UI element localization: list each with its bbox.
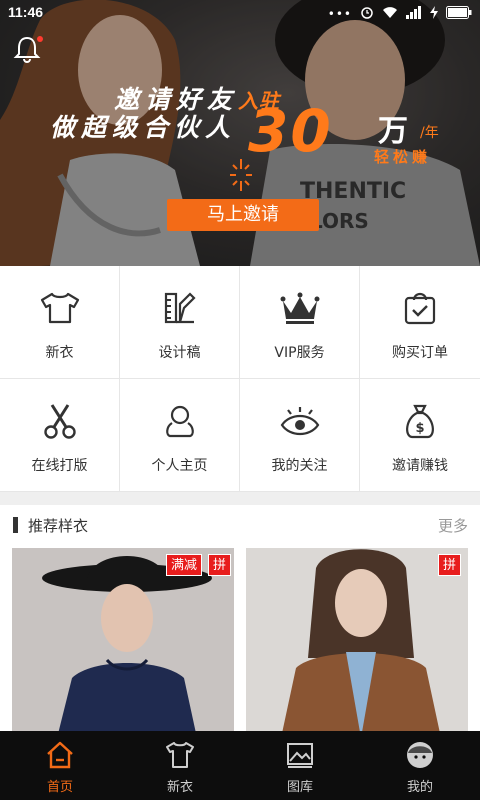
grid-item-label: 新衣 (45, 345, 74, 361)
eye-icon (280, 401, 320, 441)
home-icon (47, 741, 73, 769)
app-screen: THENTIC LORS 11:46 ••• 邀请好友入驻 做超级合伙人 30 … (0, 0, 480, 800)
product-image (246, 548, 468, 738)
tshirt-icon (40, 288, 80, 328)
tab-mine[interactable]: 我的 (360, 731, 480, 800)
recommend-title: 推荐样衣 (28, 517, 89, 535)
tshirt-icon (166, 742, 194, 768)
invite-now-button[interactable]: 马上邀请 (167, 199, 319, 231)
grid-item-label: 设计稿 (158, 345, 201, 361)
status-icons: ••• (328, 5, 472, 23)
alarm-icon (360, 5, 374, 23)
hero-banner[interactable]: THENTIC LORS 11:46 ••• 邀请好友入驻 做超级合伙人 30 … (0, 0, 480, 266)
discount-tag: 满减 (166, 554, 203, 576)
grid-item-follows[interactable]: 我的关注 (240, 379, 360, 492)
crown-icon (280, 288, 320, 328)
group-buy-tag: 拼 (438, 554, 462, 576)
grid-item-label: 在线打版 (31, 458, 88, 474)
notification-dot (37, 36, 43, 42)
tab-home[interactable]: 首页 (0, 731, 120, 800)
more-dots-icon: ••• (327, 7, 352, 21)
grid-item-label: VIP服务 (274, 345, 325, 361)
section-marker (13, 517, 18, 533)
tab-label: 图库 (286, 780, 313, 795)
recommend-header: 推荐样衣 更多 (0, 505, 480, 545)
promo-per-year: /年 (420, 125, 439, 141)
tab-label: 首页 (46, 780, 73, 795)
svg-text:$: $ (415, 421, 424, 436)
tab-new-clothes[interactable]: 新衣 (120, 731, 240, 800)
product-card[interactable]: 拼 (246, 548, 468, 738)
grid-item-label: 我的关注 (271, 458, 328, 474)
feature-grid: 新衣 设计稿 VIP服务 购买订单 在线打版 个人主页 我的关注 $ 邀请赚钱 (0, 266, 480, 492)
product-image (12, 548, 234, 738)
product-list: 满减 拼 拼 (0, 545, 480, 745)
money-bag-icon: $ (400, 401, 440, 441)
grid-item-design[interactable]: 设计稿 (120, 266, 240, 379)
product-card[interactable]: 满减 拼 (12, 548, 234, 738)
status-time: 11:46 (8, 4, 44, 20)
grid-item-invite-earn[interactable]: $ 邀请赚钱 (360, 379, 480, 492)
promo-unit: 万 (378, 114, 408, 149)
grid-item-online-pattern[interactable]: 在线打版 (0, 379, 120, 492)
design-ruler-icon (160, 288, 200, 328)
wifi-icon (382, 6, 398, 23)
grid-item-label: 邀请赚钱 (392, 458, 448, 474)
signal-icon (406, 5, 422, 23)
grid-item-vip[interactable]: VIP服务 (240, 266, 360, 379)
promo-amount: 30 (248, 97, 333, 165)
grid-item-profile[interactable]: 个人主页 (120, 379, 240, 492)
grid-item-orders[interactable]: 购买订单 (360, 266, 480, 379)
grid-item-new-clothes[interactable]: 新衣 (0, 266, 120, 379)
profile-icon (407, 742, 433, 768)
battery-icon (446, 5, 472, 23)
tab-label: 新衣 (166, 780, 193, 795)
group-buy-tag: 拼 (208, 554, 232, 576)
promo-line2: 做超级合伙人 (50, 113, 237, 142)
tab-gallery[interactable]: 图库 (240, 731, 360, 800)
bottom-tab-bar: 首页 新衣 图库 我的 (0, 731, 480, 800)
promo-easy: 轻松赚 (374, 148, 432, 166)
sparkle-icon (230, 159, 252, 191)
gallery-icon (287, 743, 313, 768)
scissors-icon (40, 401, 80, 441)
grid-item-label: 购买订单 (392, 345, 448, 361)
grid-item-label: 个人主页 (151, 458, 208, 474)
order-bag-icon (400, 288, 440, 328)
tab-label: 我的 (406, 780, 433, 795)
person-icon (160, 401, 200, 441)
charging-icon (430, 5, 438, 23)
more-link[interactable]: 更多 (438, 515, 468, 536)
status-bar: 11:46 ••• (0, 0, 480, 26)
